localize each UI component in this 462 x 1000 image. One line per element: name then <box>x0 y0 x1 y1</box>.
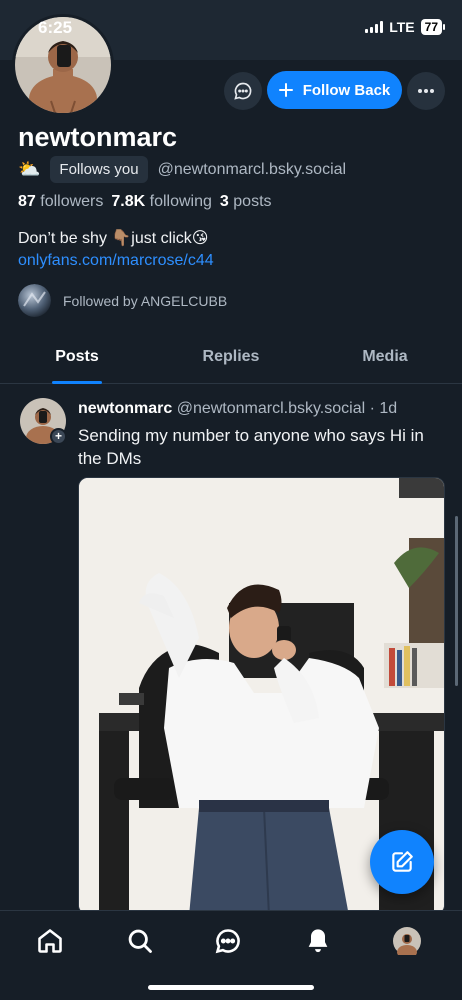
follow-back-label: Follow Back <box>302 81 391 99</box>
follow-back-button[interactable]: Follow Back <box>267 71 402 109</box>
profile-handle: @newtonmarcl.bsky.social <box>157 160 347 178</box>
follow-plus-icon[interactable]: + <box>50 428 67 445</box>
signal-icon <box>365 21 384 33</box>
plus-icon <box>278 83 293 97</box>
compose-icon <box>392 851 413 872</box>
ellipsis-icon <box>418 89 434 93</box>
compose-button[interactable] <box>370 830 434 894</box>
post-header: newtonmarc @newtonmarcl.bsky.social · 1d <box>78 400 397 418</box>
post-time: 1d <box>379 400 398 417</box>
handle-row: ⛅ Follows you @newtonmarcl.bsky.social <box>18 156 346 183</box>
post-separator: · <box>369 400 375 417</box>
display-name: newtonmarc <box>18 122 178 152</box>
home-icon <box>38 929 62 953</box>
post-author-name[interactable]: newtonmarc <box>78 400 172 417</box>
nav-home[interactable] <box>34 925 66 957</box>
posts-stat: 3 posts <box>219 193 272 210</box>
weather-emoji: ⛅ <box>18 159 41 179</box>
network-label: LTE <box>389 19 415 35</box>
status-time: 6:25 <box>38 18 73 37</box>
profile-avatar-icon <box>393 927 421 955</box>
chat-bubble-icon <box>234 82 252 100</box>
nav-notifications[interactable] <box>302 925 334 957</box>
bio-text: Don’t be shy 👇🏽just click😘 <box>18 230 209 247</box>
home-indicator <box>148 985 314 990</box>
followed-by-text: Followed by ANGELCUBB <box>63 292 228 309</box>
profile-tabs: Posts Replies Media <box>0 334 462 384</box>
chat-icon <box>215 929 240 954</box>
tab-media[interactable]: Media <box>308 334 462 383</box>
message-button[interactable] <box>224 72 262 110</box>
nav-chat[interactable] <box>212 925 244 957</box>
tab-posts[interactable]: Posts <box>0 334 154 384</box>
following-stat[interactable]: 7.8K following <box>111 193 212 211</box>
profile-stats: 87 followers 7.8K following 3 posts <box>18 193 272 211</box>
status-indicators: LTE 77 <box>365 19 446 35</box>
bell-icon <box>308 929 328 953</box>
search-icon <box>128 929 152 953</box>
post-author-handle: @newtonmarcl.bsky.social <box>176 400 366 417</box>
followed-by-row[interactable]: Followed by ANGELCUBB <box>18 284 227 317</box>
followers-stat[interactable]: 87 followers <box>18 193 103 211</box>
bio-link[interactable]: onlyfans.com/marcrose/c44 <box>18 250 214 272</box>
profile-bio: Don’t be shy 👇🏽just click😘 onlyfans.com/… <box>18 228 214 272</box>
post-text: Sending my number to anyone who says Hi … <box>78 426 424 468</box>
tab-replies[interactable]: Replies <box>154 334 308 383</box>
battery-icon: 77 <box>420 19 446 35</box>
scroll-indicator <box>455 516 458 686</box>
nav-search[interactable] <box>124 925 156 957</box>
more-options-button[interactable] <box>407 72 445 110</box>
nav-profile[interactable] <box>391 925 423 957</box>
follows-you-badge: Follows you <box>50 156 148 183</box>
follower-avatar <box>18 284 51 317</box>
